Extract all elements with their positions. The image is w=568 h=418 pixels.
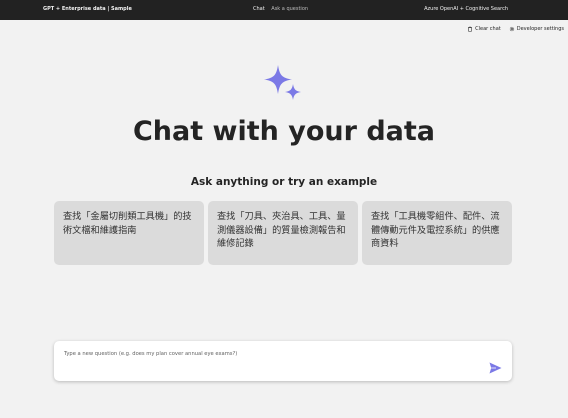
question-input-box (54, 341, 512, 381)
header-right-label: Azure OpenAI + Cognitive Search (424, 6, 508, 12)
delete-icon (468, 26, 473, 32)
question-input[interactable] (64, 348, 474, 360)
example-card[interactable]: 查找「工具機零組件、配件、流體傳動元件及電控系統」的供應商資料 (362, 201, 512, 265)
developer-settings-label: Developer settings (516, 26, 564, 32)
top-header: GPT + Enterprise data | Sample Chat Ask … (0, 0, 568, 20)
example-card[interactable]: 查找「金屬切削類工具機」的技術文檔和維護指南 (54, 201, 204, 265)
send-icon[interactable] (489, 362, 502, 374)
app-title[interactable]: GPT + Enterprise data | Sample (43, 6, 132, 12)
nav-link-chat[interactable]: Chat (253, 6, 265, 12)
example-card[interactable]: 查找「刀具、夾治具、工具、量測儀器設備」的質量檢測報告和維修記錄 (208, 201, 358, 265)
clear-chat-button[interactable]: Clear chat (467, 26, 501, 32)
clear-chat-label: Clear chat (475, 26, 501, 32)
nav-link-ask-question[interactable]: Ask a question (271, 6, 308, 12)
header-nav: Chat Ask a question (253, 6, 313, 12)
gear-icon (509, 26, 514, 32)
command-bar: Clear chat Developer settings (467, 26, 564, 32)
sparkle-icon (264, 65, 301, 100)
page-subtitle: Ask anything or try an example (190, 176, 378, 188)
page-title: Chat with your data (132, 116, 436, 147)
developer-settings-button[interactable]: Developer settings (509, 26, 564, 32)
